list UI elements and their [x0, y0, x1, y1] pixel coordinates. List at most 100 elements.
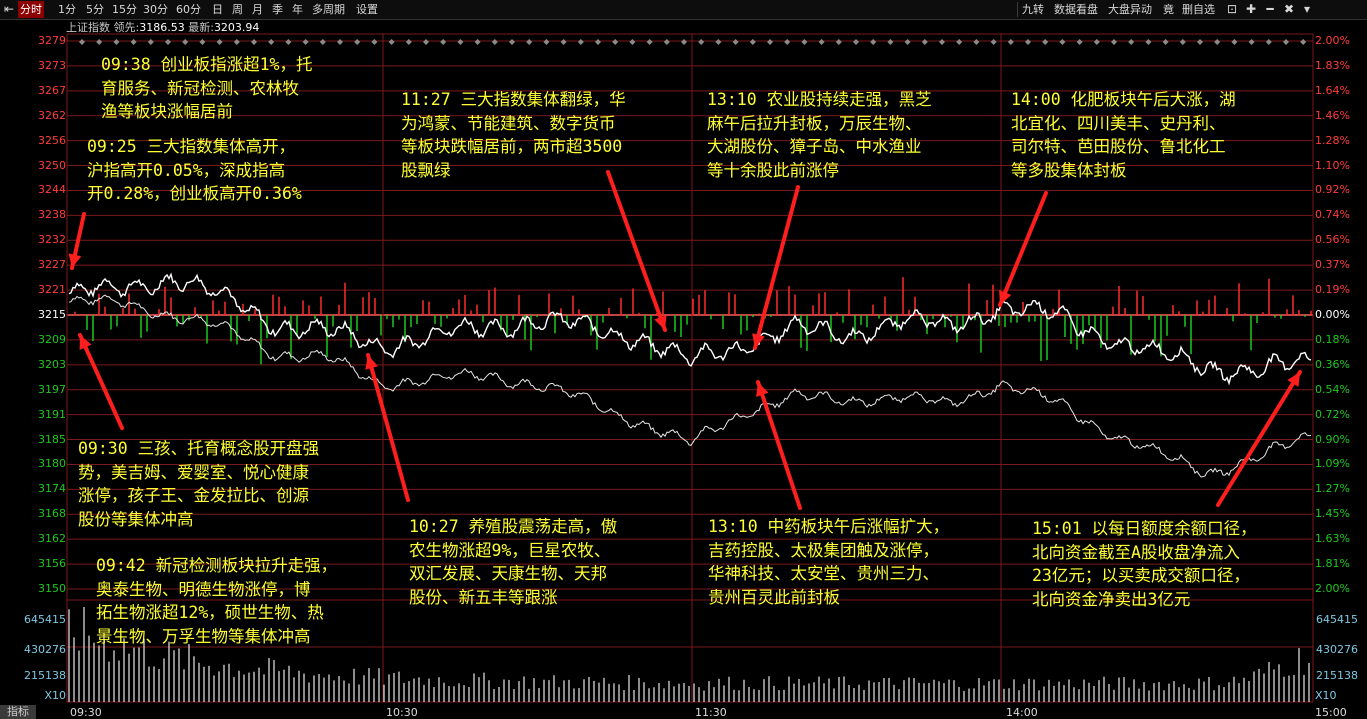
event-marker-icon	[1093, 39, 1100, 45]
annotation-1127: 11:27 三大指数集体翻绿，华 为鸿蒙、节能建筑、数字货币 等板块跌幅居前，两…	[401, 90, 626, 180]
event-marker-icon	[285, 39, 292, 45]
event-marker-icon	[681, 39, 687, 45]
percent-tick-label: 1.09%	[1315, 457, 1350, 471]
percent-tick-label: 0.90%	[1315, 432, 1350, 446]
annotation-arrow	[606, 170, 667, 332]
event-marker-icon	[474, 39, 481, 45]
annotation-arrow	[78, 333, 124, 430]
price-tick-label: 3156	[38, 557, 66, 571]
event-marker-icon	[853, 39, 859, 45]
percent-tick-label: 0.00%	[1315, 308, 1350, 321]
event-marker-icon	[1025, 39, 1031, 45]
annotation-arrow	[366, 353, 410, 502]
percent-tick-label: 2.00%	[1315, 582, 1350, 595]
price-tick-label: 3279	[38, 34, 66, 47]
price-tick-label: 3150	[38, 582, 66, 595]
price-tick-label: 3250	[38, 158, 66, 172]
volume-tick-label: 430276	[24, 643, 66, 656]
event-marker-icon	[1283, 39, 1289, 45]
event-marker-icon	[646, 39, 653, 45]
indicator-tab[interactable]: 指标	[0, 705, 36, 719]
annotation-arrow	[998, 191, 1048, 307]
annotation-0942: 09:42 新冠检测板块拉升走强， 奥泰生物、明德生物涨停，博 拓生物涨超12%…	[96, 556, 338, 646]
event-marker-icon	[595, 39, 601, 45]
event-marker-icon	[354, 39, 361, 45]
event-marker-icon	[1128, 39, 1135, 45]
event-marker-icon	[1162, 39, 1169, 45]
event-marker-icon	[457, 39, 464, 45]
percent-tick-label: 0.92%	[1315, 183, 1350, 197]
event-marker-icon	[1214, 39, 1221, 45]
time-tick-label: 11:30	[695, 706, 727, 719]
annotation-1400: 14:00 化肥板块午后大涨，湖 北宜化、四川美丰、史丹利、 司尔特、芭田股份、…	[1011, 90, 1236, 180]
event-marker-icon	[1145, 39, 1152, 45]
event-marker-icon	[216, 39, 223, 45]
event-marker-icon	[956, 39, 963, 45]
event-marker-icon	[182, 39, 189, 45]
volume-tick-label: X10	[1315, 689, 1337, 702]
event-marker-icon	[577, 39, 584, 45]
volume-tick-label: X10	[44, 689, 66, 702]
event-marker-icon	[491, 39, 498, 45]
price-tick-label: 3256	[38, 133, 66, 147]
event-marker-icon	[251, 39, 257, 45]
percent-tick-label: 0.56%	[1315, 233, 1350, 247]
event-marker-icon	[405, 39, 412, 45]
price-tick-label: 3162	[38, 532, 66, 546]
percent-tick-label: 1.64%	[1315, 83, 1350, 97]
price-tick-label: 3215	[38, 308, 66, 321]
event-marker-icon	[663, 39, 670, 45]
annotation-1501: 15:01 以每日额度余额口径， 北向资金截至A股收盘净流入 23亿元；以买卖成…	[1032, 519, 1257, 609]
event-marker-icon	[1231, 39, 1238, 45]
volume-tick-label: 430276	[1316, 643, 1358, 656]
percent-tick-label: 0.19%	[1315, 283, 1350, 297]
percent-tick-label: 1.45%	[1315, 507, 1350, 521]
event-marker-icon	[749, 39, 756, 45]
percent-tick-label: 0.37%	[1315, 258, 1350, 272]
percent-tick-label: 1.27%	[1315, 482, 1350, 496]
volume-tick-label: 645415	[24, 613, 66, 626]
annotation-1310-agri: 13:10 农业股持续走强，黑芝 麻午后拉升封板，万辰生物、 大湖股份、獐子岛、…	[707, 90, 932, 180]
event-marker-icon	[904, 39, 911, 45]
time-tick-label: 14:00	[1006, 706, 1038, 719]
arrow-head-icon	[654, 315, 667, 330]
event-marker-icon	[973, 39, 980, 45]
event-marker-icon	[96, 39, 103, 45]
event-marker-icon	[130, 39, 137, 45]
annotation-0930: 09:30 三孩、托育概念股开盘强 势，美吉姆、爱婴室、悦心健康 涨停，孩子王、…	[78, 439, 320, 529]
price-tick-label: 3221	[38, 283, 66, 297]
time-tick-label: 09:30	[70, 706, 102, 719]
percent-tick-label: 0.54%	[1315, 382, 1350, 396]
event-marker-icon	[990, 39, 997, 45]
annotation-1027: 10:27 养殖股震荡走高，傲 农生物涨超9%，巨星农牧、 双汇发展、天康生物、…	[409, 517, 618, 607]
percent-tick-label: 0.74%	[1315, 208, 1350, 222]
event-marker-icon	[1300, 39, 1307, 45]
event-marker-icon	[233, 39, 240, 45]
event-marker-icon	[715, 39, 722, 45]
time-tick-label: 10:30	[386, 706, 418, 719]
event-marker-icon	[1265, 39, 1272, 45]
event-marker-icon	[870, 39, 877, 45]
price-tick-label: 3238	[38, 208, 66, 222]
price-tick-label: 3232	[38, 233, 66, 247]
volume-tick-label: 645415	[1316, 613, 1358, 626]
percent-tick-label: 2.00%	[1315, 34, 1350, 47]
event-marker-icon	[543, 39, 550, 45]
percent-tick-label: 0.36%	[1315, 357, 1350, 371]
price-tick-label: 3227	[38, 258, 66, 272]
event-marker-icon	[423, 39, 429, 45]
event-marker-icon	[1248, 39, 1255, 45]
event-marker-icon	[801, 39, 808, 45]
percent-tick-label: 1.28%	[1315, 133, 1350, 147]
event-marker-icon	[165, 39, 171, 45]
event-marker-icon	[835, 39, 842, 45]
price-tick-label: 3197	[38, 382, 66, 396]
event-marker-icon	[526, 39, 533, 45]
event-marker-icon	[79, 39, 85, 45]
price-tick-label: 3267	[38, 83, 66, 97]
event-marker-icon	[337, 39, 343, 45]
percent-tick-label: 1.81%	[1315, 557, 1350, 571]
event-marker-icon	[371, 39, 378, 45]
event-marker-icon	[921, 39, 928, 45]
price-tick-label: 3168	[38, 507, 66, 521]
